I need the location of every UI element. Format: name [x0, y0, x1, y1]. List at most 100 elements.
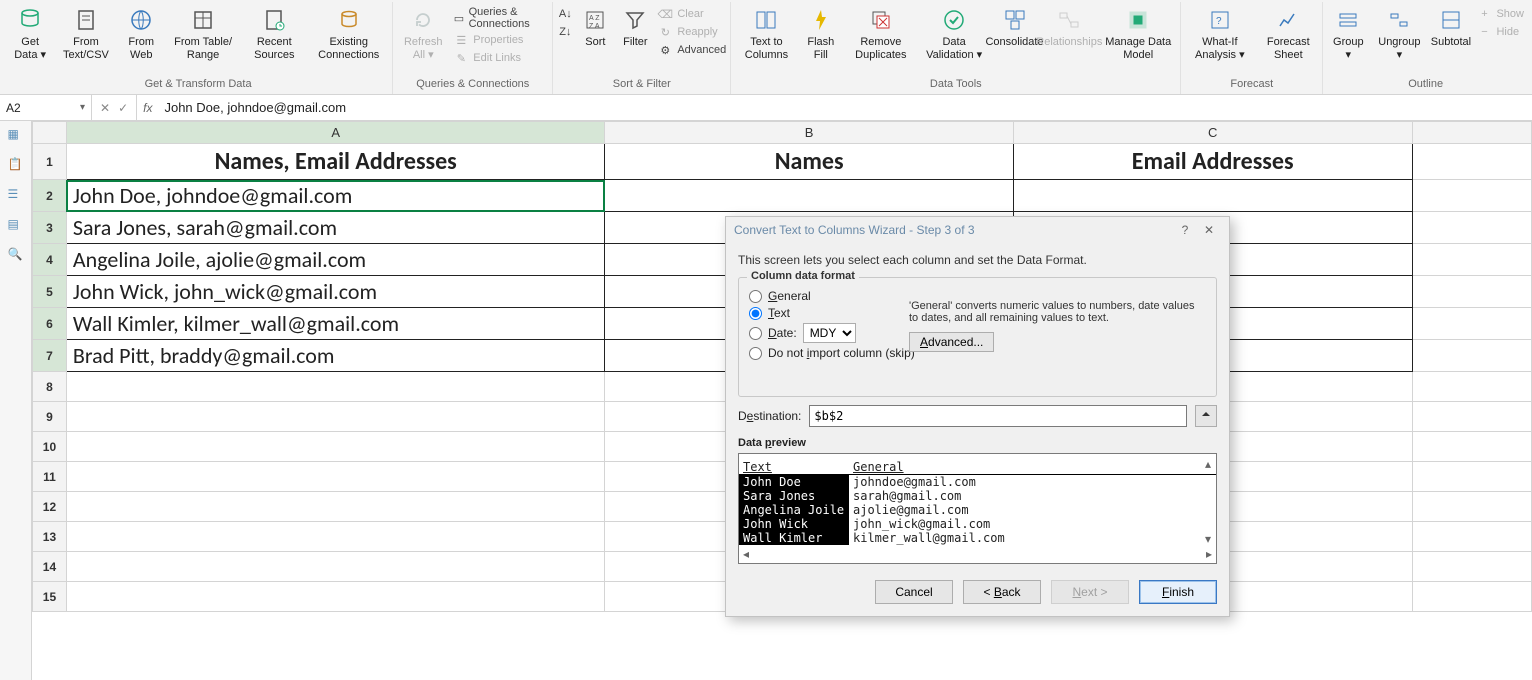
cell[interactable]	[1412, 462, 1532, 492]
column-header[interactable]	[1412, 122, 1532, 144]
table-icon[interactable]: ▤	[8, 217, 24, 233]
cell[interactable]	[1412, 522, 1532, 552]
cell[interactable]	[66, 582, 605, 612]
data-validation-button[interactable]: Data Validation ▾	[922, 4, 987, 64]
find-icon[interactable]: 🔍	[8, 247, 24, 263]
cell[interactable]: John Wick, john_wick@gmail.com	[66, 276, 605, 308]
advanced-filter-button[interactable]: ⚙Advanced	[657, 42, 726, 58]
cell[interactable]	[1412, 276, 1532, 308]
forecast-sheet-button[interactable]: Forecast Sheet	[1258, 4, 1318, 64]
column-header[interactable]: B	[605, 122, 1013, 144]
row-header[interactable]: 15	[33, 582, 67, 612]
row-header[interactable]: 12	[33, 492, 67, 522]
text-to-columns-button[interactable]: Text to Columns	[735, 4, 797, 64]
queries-connections-button[interactable]: ▭Queries & Connections	[453, 6, 548, 30]
cell[interactable]	[1412, 492, 1532, 522]
sort-button[interactable]: A ZZ A Sort	[577, 4, 613, 51]
sort-az-button[interactable]: A↓	[557, 6, 573, 22]
destination-input[interactable]	[809, 405, 1187, 427]
row-header[interactable]: 3	[33, 212, 67, 244]
cell[interactable]: Names	[605, 144, 1013, 180]
back-button[interactable]: < Back	[963, 580, 1041, 604]
cell[interactable]	[605, 180, 1013, 212]
cell[interactable]	[1412, 340, 1532, 372]
row-header[interactable]: 6	[33, 308, 67, 340]
cell[interactable]	[1412, 372, 1532, 402]
cell[interactable]: Sara Jones, sarah@gmail.com	[66, 212, 605, 244]
scroll-left-icon[interactable]: ◂	[743, 547, 749, 561]
what-if-button[interactable]: ? What-If Analysis ▾	[1185, 4, 1254, 64]
row-header[interactable]: 5	[33, 276, 67, 308]
column-header[interactable]: A	[66, 122, 605, 144]
cell[interactable]	[1412, 180, 1532, 212]
from-web-button[interactable]: From Web	[120, 4, 163, 64]
row-header[interactable]: 13	[33, 522, 67, 552]
row-header[interactable]: 2	[33, 180, 67, 212]
column-header[interactable]: C	[1013, 122, 1412, 144]
get-data-button[interactable]: Get Data ▾	[8, 4, 52, 64]
paste-icon[interactable]: 📋	[8, 157, 24, 173]
cell[interactable]: John Doe, johndoe@gmail.com	[66, 180, 605, 212]
cell[interactable]: Brad Pitt, braddy@gmail.com	[66, 340, 605, 372]
confirm-edit-icon[interactable]: ✓	[118, 101, 128, 115]
row-header[interactable]: 4	[33, 244, 67, 276]
from-text-csv-button[interactable]: From Text/CSV	[56, 4, 115, 64]
cell[interactable]: Email Addresses	[1013, 144, 1412, 180]
date-format-select[interactable]: MDY	[803, 323, 856, 343]
cell[interactable]	[66, 402, 605, 432]
fx-icon[interactable]: fx	[137, 95, 158, 120]
cell[interactable]	[66, 462, 605, 492]
name-box[interactable]: A2 ▾	[0, 95, 92, 120]
cancel-button[interactable]: Cancel	[875, 580, 953, 604]
cell[interactable]	[66, 552, 605, 582]
cell[interactable]	[1412, 144, 1532, 180]
remove-duplicates-button[interactable]: Remove Duplicates	[844, 4, 918, 64]
recent-sources-button[interactable]: Recent Sources	[243, 4, 305, 64]
cell[interactable]	[66, 372, 605, 402]
existing-connections-button[interactable]: Existing Connections	[309, 4, 388, 64]
finish-button[interactable]: Finish	[1139, 580, 1217, 604]
cell[interactable]	[66, 432, 605, 462]
row-header[interactable]: 1	[33, 144, 67, 180]
cell[interactable]: Angelina Joile, ajolie@gmail.com	[66, 244, 605, 276]
row-header[interactable]: 7	[33, 340, 67, 372]
scroll-down-icon[interactable]: ▾	[1205, 532, 1211, 546]
cell[interactable]	[1412, 552, 1532, 582]
manage-data-model-button[interactable]: Manage Data Model	[1100, 4, 1176, 64]
cell[interactable]	[1412, 402, 1532, 432]
cell[interactable]	[1412, 432, 1532, 462]
row-header[interactable]: 10	[33, 432, 67, 462]
range-picker-button[interactable]	[1195, 405, 1217, 427]
cell[interactable]	[1412, 582, 1532, 612]
close-icon[interactable]: ✕	[1197, 223, 1221, 237]
group-button[interactable]: Group ▾	[1327, 4, 1369, 64]
scroll-right-icon[interactable]: ▸	[1206, 547, 1212, 561]
help-icon[interactable]: ?	[1173, 223, 1197, 237]
formula-input[interactable]: John Doe, johndoe@gmail.com	[158, 95, 1532, 120]
cell[interactable]: Wall Kimler, kilmer_wall@gmail.com	[66, 308, 605, 340]
row-header[interactable]: 9	[33, 402, 67, 432]
from-table-range-button[interactable]: From Table/ Range	[167, 4, 239, 64]
list-icon[interactable]: ☰	[8, 187, 24, 203]
sort-za-button[interactable]: Z↓	[557, 24, 573, 40]
cell[interactable]: Names, Email Addresses	[66, 144, 605, 180]
sheet-icon[interactable]: ▦	[8, 127, 24, 143]
flash-fill-button[interactable]: Flash Fill	[802, 4, 840, 64]
scroll-up-icon[interactable]: ▴	[1205, 457, 1211, 471]
ungroup-button[interactable]: Ungroup ▾	[1373, 4, 1425, 64]
refresh-all-button[interactable]: Refresh All ▾	[397, 4, 449, 64]
subtotal-button[interactable]: Subtotal	[1429, 4, 1472, 51]
cancel-edit-icon[interactable]: ✕	[100, 101, 110, 115]
consolidate-button[interactable]: Consolidate	[991, 4, 1039, 51]
row-header[interactable]: 8	[33, 372, 67, 402]
cell[interactable]	[1412, 308, 1532, 340]
advanced-button[interactable]: Advanced...	[909, 332, 994, 352]
row-header[interactable]: 14	[33, 552, 67, 582]
cell[interactable]	[1013, 180, 1412, 212]
filter-button[interactable]: Filter	[617, 4, 653, 51]
data-preview[interactable]: TextGeneral John Doejohndoe@gmail.comSar…	[738, 453, 1217, 564]
dialog-titlebar[interactable]: Convert Text to Columns Wizard - Step 3 …	[726, 217, 1229, 243]
cell[interactable]	[1412, 244, 1532, 276]
cell[interactable]	[1412, 212, 1532, 244]
row-header[interactable]: 11	[33, 462, 67, 492]
